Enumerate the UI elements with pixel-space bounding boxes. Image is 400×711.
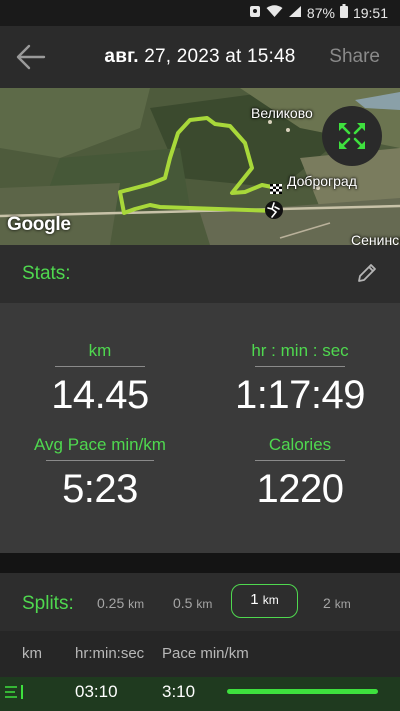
share-button[interactable]: Share [329, 46, 380, 68]
split-option-1[interactable]: 1 km [231, 584, 298, 618]
battery-icon [339, 4, 348, 21]
title-date: 27, 2023 at 15:48 [138, 46, 296, 67]
table-row[interactable]: 03:10 3:10 [0, 677, 400, 711]
pencil-icon [358, 264, 376, 282]
splits-title: Splits: [22, 593, 74, 614]
column-header-km: km [22, 645, 42, 662]
google-logo: Google [7, 214, 71, 235]
split-option-0-25[interactable]: 0.25 km [97, 595, 144, 611]
stat-duration: hr : min : sec 1:17:49 [220, 341, 380, 418]
stat-calories-value: 1220 [256, 467, 344, 511]
split-option-unit: km [262, 593, 279, 607]
expand-arrows-icon [339, 123, 365, 149]
stat-divider [255, 460, 345, 461]
split-option-value: 0.5 [173, 595, 193, 611]
stat-duration-label: hr : min : sec [251, 341, 349, 360]
split-row-icon [5, 685, 25, 699]
stat-duration-value: 1:17:49 [235, 373, 365, 417]
title-month: авг. [104, 46, 139, 67]
stat-distance-value: 14.45 [51, 373, 149, 417]
stat-calories-label: Calories [268, 435, 332, 454]
stats-title: Stats: [22, 263, 71, 284]
status-bar: 87% 19:51 [0, 0, 400, 26]
splits-selector: Splits: 0.25 km 0.5 km 1 km 2 km [0, 573, 400, 631]
column-header-time: hr:min:sec [75, 645, 145, 662]
split-option-2[interactable]: 2 km [323, 595, 351, 611]
split-option-0-5[interactable]: 0.5 km [173, 595, 212, 611]
signal-icon [288, 5, 302, 21]
split-time: 03:10 [75, 682, 118, 701]
stats-panel: km 14.45 hr : min : sec 1:17:49 Avg Pace… [0, 303, 400, 553]
app-header: авг. 27, 2023 at 15:48 Share [0, 26, 400, 88]
split-pace: 3:10 [162, 682, 196, 701]
finish-flag-icon [270, 184, 282, 194]
runner-start-icon [265, 201, 283, 219]
split-option-unit: km [128, 597, 145, 611]
expand-map-button[interactable] [322, 106, 382, 166]
stat-distance: km 14.45 [20, 341, 180, 418]
stat-pace: Avg Pace min/km 5:23 [20, 435, 180, 512]
battery-percent: 87% [306, 4, 335, 21]
stat-divider [255, 366, 345, 367]
map-label-velikovo: Великово [251, 105, 313, 121]
edit-stats-button[interactable] [356, 262, 378, 284]
map-label-dobrograd: Доброград [287, 173, 357, 189]
split-option-value: 0.25 [97, 595, 125, 611]
wifi-icon [266, 4, 283, 21]
column-header-pace: Pace min/km [162, 645, 249, 662]
stat-divider [55, 366, 145, 367]
notification-icon [249, 5, 261, 21]
stat-divider [46, 460, 154, 461]
split-option-value: 1 [250, 591, 259, 608]
stat-pace-value: 5:23 [62, 467, 138, 511]
stats-header: Stats: [0, 245, 400, 303]
stat-calories: Calories 1220 [220, 435, 380, 512]
map-label-seninsk: Сенинск [351, 232, 400, 245]
stat-distance-label: km [88, 341, 112, 360]
splits-table-header: km hr:min:sec Pace min/km [0, 631, 400, 677]
clock: 19:51 [352, 4, 388, 21]
split-option-unit: km [196, 597, 213, 611]
stat-pace-label: Avg Pace min/km [34, 435, 166, 454]
split-option-unit: km [334, 597, 351, 611]
split-pace-bar [227, 689, 378, 694]
split-option-value: 2 [323, 595, 331, 611]
